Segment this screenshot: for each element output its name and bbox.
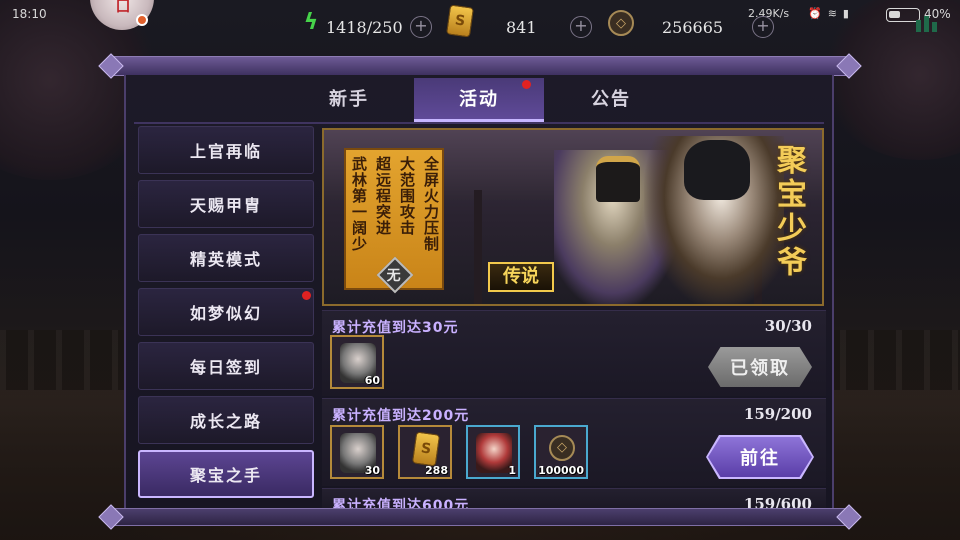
- reward-condition: 累计充值到达30元: [332, 320, 459, 336]
- claimed-button[interactable]: 已领取: [708, 347, 812, 387]
- sidebar-notification-dot: [302, 291, 311, 300]
- signal-icon: ▮: [842, 7, 855, 20]
- add-coin-button[interactable]: +: [752, 16, 774, 38]
- reward-quantity: 30: [364, 464, 380, 477]
- go-button[interactable]: 前往: [708, 437, 812, 477]
- tab-divider: [134, 122, 824, 124]
- reward-progress: 159/200: [743, 405, 812, 423]
- reward-quantity: 288: [425, 464, 448, 477]
- sidebar-item-shangguan[interactable]: 上官再临: [138, 126, 314, 174]
- wifi-icon: ≋: [827, 7, 843, 20]
- reward-progress: 159/600: [743, 495, 812, 508]
- reward-row: 累计充值到达30元 30/30 60 已领取: [322, 310, 826, 396]
- coin-value: 256665: [662, 18, 724, 37]
- gold-ingot-icon: S: [411, 431, 441, 467]
- events-notification-dot: [522, 80, 531, 89]
- avatar-emblem-icon: 囗: [116, 0, 130, 15]
- reward-quantity: 100000: [538, 464, 584, 477]
- sidebar-item-elite[interactable]: 精英模式: [138, 234, 314, 282]
- reward-progress: 30/30: [764, 317, 812, 335]
- status-time: 18:10: [12, 7, 47, 21]
- sidebar-item-treasure[interactable]: 聚宝之手: [138, 450, 314, 498]
- sidebar-item-armor[interactable]: 天赐甲胄: [138, 180, 314, 228]
- sidebar-item-growth[interactable]: 成长之路: [138, 396, 314, 444]
- energy-value: 1418/250: [326, 18, 403, 37]
- sidebar-item-daily-signin[interactable]: 每日签到: [138, 342, 314, 390]
- reward-condition: 累计充值到达600元: [332, 498, 470, 508]
- game-screen: 18:10 2.49K/s ⏰≋▮ 40% 囗 ϟ 1418/250 + S 8…: [0, 0, 960, 540]
- tab-newbie[interactable]: 新手: [284, 78, 414, 122]
- faction-badge-text: 无: [386, 268, 401, 284]
- event-banner: 全屏火力压制 大范围攻击 超远程突进 武林第一阔少 无 传说 聚宝少爷: [322, 128, 824, 306]
- skill-scroll: 全屏火力压制 大范围攻击 超远程突进 武林第一阔少 无: [344, 148, 444, 294]
- gold-value: 841: [506, 18, 537, 37]
- tab-announcement[interactable]: 公告: [546, 78, 676, 122]
- add-gold-button[interactable]: +: [570, 16, 592, 38]
- reward-item[interactable]: 60: [330, 335, 384, 389]
- avatar-notification-dot: [136, 14, 148, 26]
- hero-portrait-icon: [476, 433, 512, 473]
- sidebar-item-dream[interactable]: 如梦似幻: [138, 288, 314, 336]
- banner-title: 聚宝少爷: [771, 144, 806, 280]
- coin-icon: ◇: [608, 10, 634, 36]
- reward-item[interactable]: ◇ 100000: [534, 425, 588, 479]
- hero-hair: [684, 140, 750, 200]
- reward-row: 累计充值到达600元 159/600: [322, 488, 826, 508]
- scroll-line: 超远程突进: [374, 156, 392, 236]
- hero-hat: [596, 156, 640, 202]
- gold-ingot-icon: S: [446, 4, 474, 38]
- scroll-line: 大范围攻击: [398, 156, 416, 236]
- energy-icon: ϟ: [303, 9, 319, 35]
- reward-quantity: 60: [364, 374, 380, 387]
- panel-bottom-frame: [108, 508, 852, 526]
- panel-top-frame: [108, 56, 852, 76]
- reward-condition: 累计充值到达200元: [332, 408, 470, 424]
- banner-pillar: [474, 190, 482, 304]
- rarity-tag: 传说: [488, 262, 554, 292]
- alarm-icon: ⏰: [808, 7, 828, 20]
- hero-young-master: [644, 136, 784, 304]
- reward-item[interactable]: 30: [330, 425, 384, 479]
- reward-item[interactable]: 1: [466, 425, 520, 479]
- scroll-line: 全屏火力压制: [422, 156, 440, 252]
- reward-row: 累计充值到达200元 159/200 30 S 288 1 ◇ 100000 前…: [322, 398, 826, 486]
- reward-item[interactable]: S 288: [398, 425, 452, 479]
- faction-badge-icon: 无: [376, 256, 414, 294]
- menu-bars-icon[interactable]: [916, 12, 942, 32]
- battery-icon: [886, 8, 920, 22]
- coin-icon: ◇: [549, 435, 575, 461]
- reward-quantity: 1: [508, 464, 516, 477]
- system-icons: ⏰≋▮: [808, 7, 855, 20]
- tab-bar: 新手 活动 公告: [134, 78, 824, 122]
- battery-level: [889, 11, 900, 18]
- scroll-line: 武林第一阔少: [350, 156, 368, 252]
- add-energy-button[interactable]: +: [410, 16, 432, 38]
